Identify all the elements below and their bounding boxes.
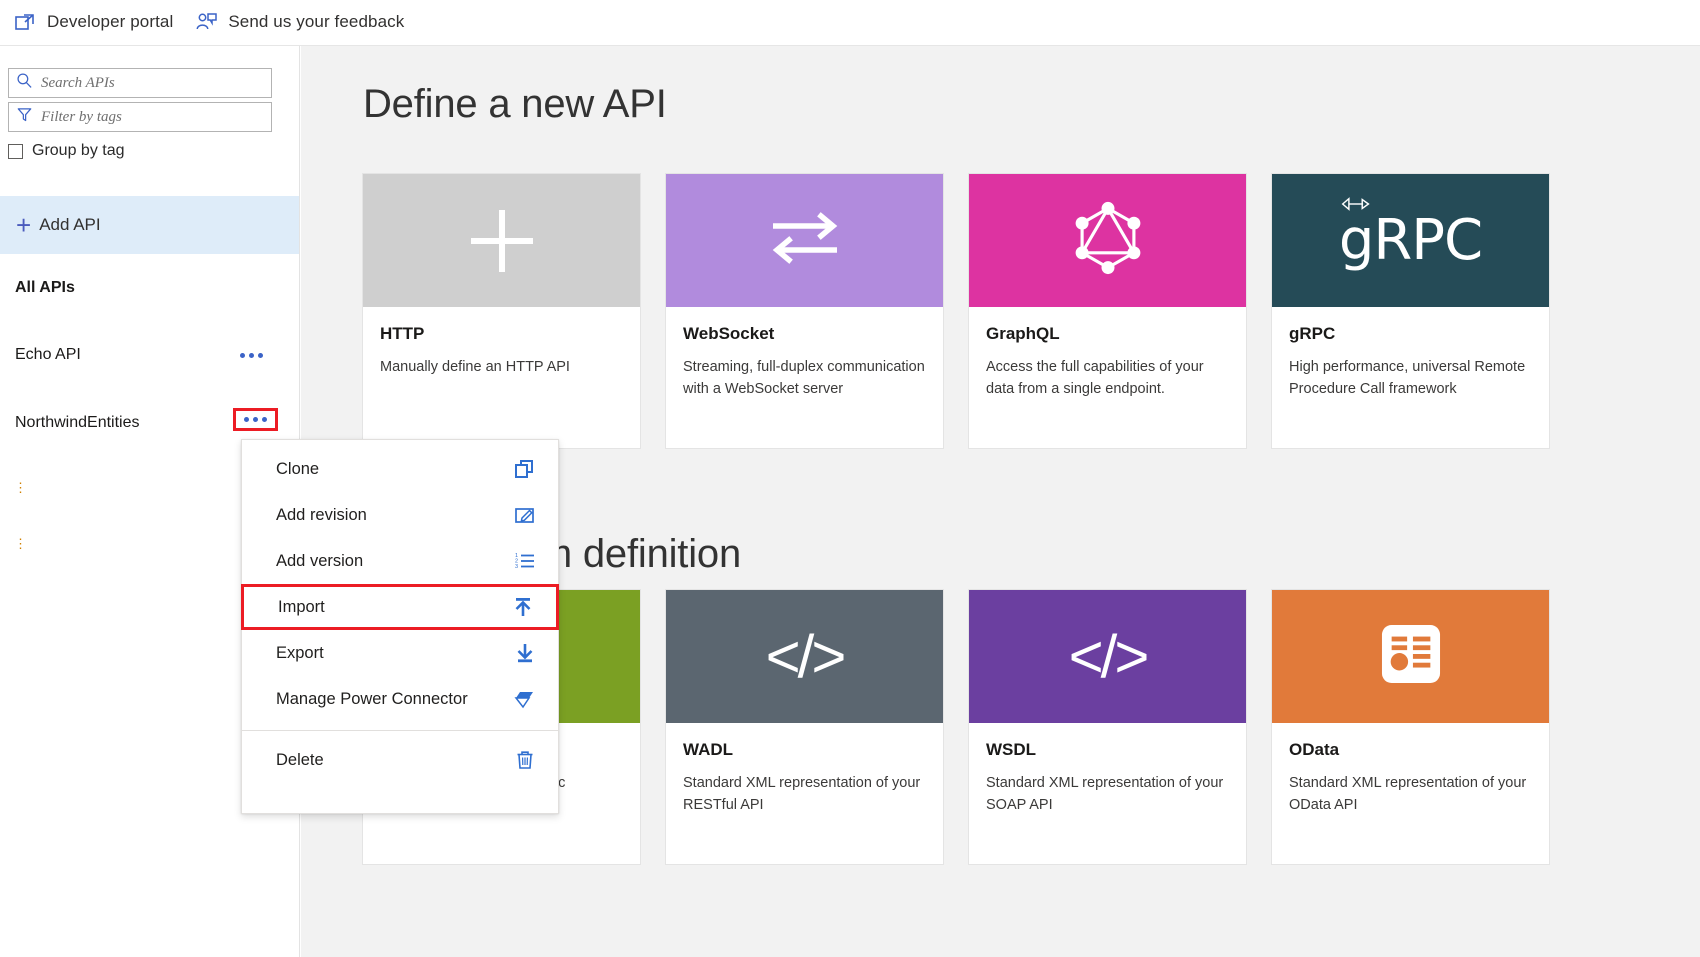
search-input[interactable]: Search APIs: [8, 68, 272, 98]
api-card-graphql[interactable]: GraphQL Access the full capabilities of …: [968, 173, 1247, 449]
api-card-grpc[interactable]: gRPC gRPC High performance, universal Re…: [1271, 173, 1550, 449]
card-banner: gRPC: [1272, 174, 1549, 307]
menu-item-label: Manage Power Connector: [276, 689, 468, 708]
developer-portal-label: Developer portal: [47, 12, 174, 31]
menu-item-label: Clone: [276, 459, 320, 478]
sidebar-item-echo-api[interactable]: Echo API: [0, 337, 299, 373]
ellipsis-icon[interactable]: [237, 348, 266, 363]
card-description: Streaming, full-duplex communication wit…: [683, 359, 925, 398]
feedback-person-icon: [195, 11, 218, 33]
card-description: Manually define an HTTP API: [380, 359, 570, 375]
code-brackets-icon: </>: [765, 623, 847, 690]
card-description: Standard XML representation of your ODat…: [1289, 775, 1527, 814]
card-title: OData: [1289, 740, 1340, 759]
send-feedback-button[interactable]: Send us your feedback: [195, 6, 404, 38]
edit-box-icon: [514, 504, 536, 526]
sidebar-placeholder-dots: ⋮: [14, 536, 27, 551]
menu-item-label: Delete: [276, 750, 324, 769]
card-banner: [363, 174, 640, 307]
developer-portal-button[interactable]: Developer portal: [14, 6, 173, 38]
menu-item-add-revision[interactable]: Add revision: [242, 492, 558, 538]
api-card-websocket[interactable]: WebSocket Streaming, full-duplex communi…: [665, 173, 944, 449]
send-feedback-label: Send us your feedback: [228, 12, 405, 31]
group-by-tag-checkbox[interactable]: [8, 143, 23, 159]
api-card-wsdl[interactable]: </> WSDL Standard XML representation of …: [968, 589, 1247, 865]
card-body: OData Standard XML representation of you…: [1272, 723, 1549, 817]
card-description: Standard XML representation of your SOAP…: [986, 775, 1224, 814]
sidebar-item-northwindentities[interactable]: NorthwindEntities: [0, 405, 299, 441]
menu-item-delete[interactable]: Delete: [242, 737, 558, 783]
card-description: High performance, universal Remote Proce…: [1289, 359, 1526, 398]
menu-item-manage-power-connector[interactable]: Manage Power Connector: [242, 676, 558, 722]
menu-item-import[interactable]: Import: [241, 584, 559, 630]
card-banner: [969, 174, 1246, 307]
app-root: Developer portal Send us your feedback S…: [0, 0, 1700, 957]
api-card-odata[interactable]: OData Standard XML representation of you…: [1271, 589, 1550, 865]
menu-item-label: Export: [276, 643, 324, 662]
plus-icon: +: [16, 210, 32, 240]
api-card-http[interactable]: HTTP Manually define an HTTP API: [362, 173, 641, 449]
filter-by-tags-input[interactable]: Filter by tags: [8, 102, 272, 132]
plus-icon: [470, 209, 533, 272]
menu-item-label: Import: [278, 597, 325, 616]
external-link-icon: [14, 11, 36, 33]
card-title: WebSocket: [683, 324, 775, 343]
code-brackets-icon: </>: [1068, 623, 1150, 690]
card-banner: </>: [969, 590, 1246, 723]
sidebar-item-label: Echo API: [15, 346, 81, 363]
api-context-menu: Clone Add revision Add version 1 2 3 Imp…: [241, 439, 559, 814]
page-title: Define a new API: [363, 82, 667, 126]
svg-text:3: 3: [515, 564, 518, 570]
graphql-icon: [1071, 199, 1145, 282]
sidebar-item-label: NorthwindEntities: [15, 414, 140, 431]
card-banner: </>: [666, 590, 943, 723]
menu-item-add-version[interactable]: Add version 123: [242, 538, 558, 584]
card-title: HTTP: [380, 324, 425, 343]
search-icon: [16, 72, 33, 94]
odata-table-icon: [1381, 624, 1441, 689]
card-title: WSDL: [986, 740, 1037, 759]
card-title: WADL: [683, 740, 734, 759]
add-api-button[interactable]: + Add API: [0, 196, 299, 254]
filter-by-tags-placeholder: Filter by tags: [41, 108, 122, 125]
ellipsis-icon[interactable]: [233, 408, 278, 431]
grpc-logo-icon: gRPC: [1339, 196, 1483, 269]
export-arrow-down-icon: [514, 642, 536, 664]
card-banner: [1272, 590, 1549, 723]
card-body: WebSocket Streaming, full-duplex communi…: [666, 307, 943, 401]
clone-icon: [514, 458, 536, 480]
menu-item-export[interactable]: Export: [242, 630, 558, 676]
card-body: gRPC High performance, universal Remote …: [1272, 307, 1549, 401]
card-title: gRPC: [1289, 324, 1336, 343]
add-api-label: Add API: [39, 215, 101, 234]
all-apis-label[interactable]: All APIs: [15, 279, 75, 297]
menu-item-label: Add version: [276, 551, 364, 570]
menu-item-label: Add revision: [276, 505, 367, 524]
bidirectional-arrows-icon: [767, 209, 843, 272]
menu-item-clone[interactable]: Clone: [242, 446, 558, 492]
card-body: HTTP Manually define an HTTP API: [363, 307, 640, 378]
card-title: GraphQL: [986, 324, 1060, 343]
group-by-tag-label: Group by tag: [32, 142, 125, 159]
trash-icon: [514, 749, 536, 771]
group-by-tag-checkbox-row[interactable]: Group by tag: [8, 142, 125, 160]
card-description: Access the full capabilities of your dat…: [986, 359, 1204, 398]
power-connector-icon: [514, 688, 536, 710]
card-description: Standard XML representation of your REST…: [683, 775, 921, 814]
filter-icon: [16, 106, 33, 128]
card-body: WSDL Standard XML representation of your…: [969, 723, 1246, 817]
import-arrow-up-icon: [512, 596, 534, 618]
command-bar: Developer portal Send us your feedback: [0, 0, 1700, 44]
search-input-placeholder: Search APIs: [41, 74, 115, 91]
card-banner: [666, 174, 943, 307]
card-body: WADL Standard XML representation of your…: [666, 723, 943, 817]
api-card-wadl[interactable]: </> WADL Standard XML representation of …: [665, 589, 944, 865]
menu-divider: [242, 730, 558, 731]
define-new-api-card-row: HTTP Manually define an HTTP API WebSock…: [362, 173, 1550, 449]
card-body: GraphQL Access the full capabilities of …: [969, 307, 1246, 401]
numbered-list-icon: 123: [514, 550, 536, 572]
sidebar-placeholder-dots: ⋮: [14, 480, 27, 495]
